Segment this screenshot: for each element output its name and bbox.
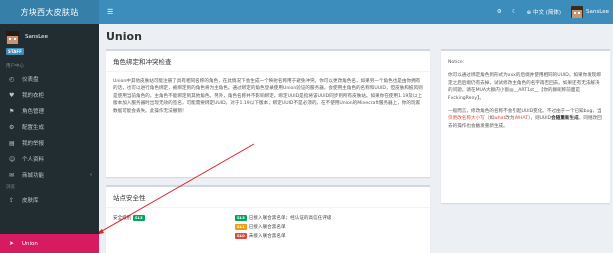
sidebar-item-user-1[interactable]: ♥ 我的衣柜 xyxy=(0,87,99,103)
sidebar-item-explore-0[interactable]: ⇪ 皮肤库 xyxy=(0,192,99,208)
page-title: Union xyxy=(106,30,142,43)
notice-title: Notice: xyxy=(448,60,465,65)
paper-plane-icon: ➤ xyxy=(9,240,15,247)
sidebar-item-label: 仪表盘 xyxy=(22,77,39,83)
menu-toggle-icon[interactable]: ☰ xyxy=(107,8,113,16)
sidebar-item-user-0[interactable]: ◴ 仪表盘 xyxy=(0,71,99,87)
nav-icon: ⚙ xyxy=(9,123,15,131)
box-body: Union中其他皮肤站可能注册了具有相同名称的角色，在此情况下会生成一个映射名称… xyxy=(113,79,423,114)
moon-icon[interactable]: ☾ xyxy=(512,9,517,15)
section-header-user: 用户中心 xyxy=(6,64,24,69)
avatar xyxy=(6,31,19,44)
sidebar-item-label: 我的衣柜 xyxy=(22,93,45,99)
site-security-level: 安全级别 SL3 xyxy=(113,215,145,221)
sidebar-item-user-5[interactable]: ☺ 个人资料 xyxy=(0,151,99,167)
security-legend-row: SL1 已接入联合黑名单 xyxy=(235,224,332,230)
security-legend-row: SL0 未接入联合黑名单 xyxy=(235,233,332,239)
nav-icon: ♥ xyxy=(9,91,15,99)
site-brand[interactable]: 方块西大皮肤站 xyxy=(0,0,99,24)
sidebar-item-label: 皮肤库 xyxy=(22,198,39,204)
sidebar-item-user-6[interactable]: ✉ 商城功能 ‹ xyxy=(0,167,99,183)
sidebar-item-label: 个人资料 xyxy=(22,157,45,163)
notice-box: Notice: 你可以通过绑定角色到形式为xxx的后缀并使用相同的UUID。如果… xyxy=(441,49,610,203)
user-panel: SansLee STAFF xyxy=(0,24,99,62)
role-binding-box: 角色绑定和冲突检查 Union中其他皮肤站可能注册了具有相同名称的角色，在此情况… xyxy=(106,49,430,177)
security-legend-text: 未接入联合黑名单 xyxy=(248,234,286,239)
nav-icon: ⚑ xyxy=(9,107,15,115)
language-selector[interactable]: ⊕ 中文 (简体) xyxy=(527,8,561,16)
sidebar: 方块西大皮肤站 SansLee STAFF 用户中心 ◴ 仪表盘 ♥ 我的衣柜 ⚑ 角色管… xyxy=(0,0,99,253)
nav-icon: ✉ xyxy=(9,171,15,179)
security-legend-text: 已接入联合黑名单 xyxy=(248,225,286,230)
sidebar-item-union[interactable]: ➤ Union xyxy=(0,234,99,253)
nav-icon: ◴ xyxy=(9,75,15,83)
sidebar-item-label: 配置生成 xyxy=(22,125,45,131)
security-legend-row: SL3 已接入联合黑名单；经认证的高信任评级 xyxy=(235,215,332,221)
staff-badge: STAFF xyxy=(6,48,24,55)
notice-paragraph-2: 一般而言，修改角色的名称不会引起UUID变化。不过由于一个已知bug，当仅更改名… xyxy=(448,109,602,129)
security-badge: SL3 xyxy=(132,215,145,221)
sidebar-item-user-3[interactable]: ⚙ 配置生成 xyxy=(0,119,99,135)
avatar xyxy=(571,6,584,18)
security-badge: SL1 xyxy=(235,224,247,230)
section-header-explore: 浏览 xyxy=(6,185,15,190)
topbar: ☰ ⚙ ☾ ⊕ 中文 (简体) SansLee xyxy=(99,0,613,24)
nav-icon: ☺ xyxy=(9,155,16,163)
topbar-user-name: SansLee xyxy=(586,9,609,15)
nav-icon: ▤ xyxy=(9,139,15,147)
main-content: Union 角色绑定和冲突检查 Union中其他皮肤站可能注册了具有相同名称的角… xyxy=(99,24,613,253)
notice-paragraph-1: 你可以通过绑定角色到形式为xxx的后缀并使用相同的UUID。如果你发现绑定之后后… xyxy=(448,73,601,101)
gear-icon[interactable]: ⚙ xyxy=(497,9,502,15)
box-title: 站点安全性 xyxy=(106,187,430,208)
chevron-left-icon: ‹ xyxy=(90,172,92,178)
user-name: SansLee xyxy=(25,34,48,40)
sidebar-item-user-2[interactable]: ⚑ 角色管理 xyxy=(0,103,99,119)
security-legend-text: 已接入联合黑名单；经认证的高信任评级 xyxy=(248,216,332,221)
sidebar-item-label: 商城功能 xyxy=(22,173,45,179)
user-menu[interactable]: SansLee xyxy=(571,6,609,18)
sidebar-item-label: 角色管理 xyxy=(22,109,45,115)
box-title: 角色绑定和冲突检查 xyxy=(106,51,430,72)
sidebar-item-label: 我的举报 xyxy=(22,141,45,147)
site-security-box: 站点安全性 安全级别 SL3 SL3 已接入联合黑名单；经认证的高信任评级 SL1 已… xyxy=(106,185,430,253)
security-badge: SL0 xyxy=(235,233,247,239)
sidebar-item-label: Union xyxy=(22,240,38,247)
nav-icon: ⇪ xyxy=(9,196,15,204)
security-badge: SL3 xyxy=(235,215,247,221)
sidebar-item-user-4[interactable]: ▤ 我的举报 xyxy=(0,135,99,151)
